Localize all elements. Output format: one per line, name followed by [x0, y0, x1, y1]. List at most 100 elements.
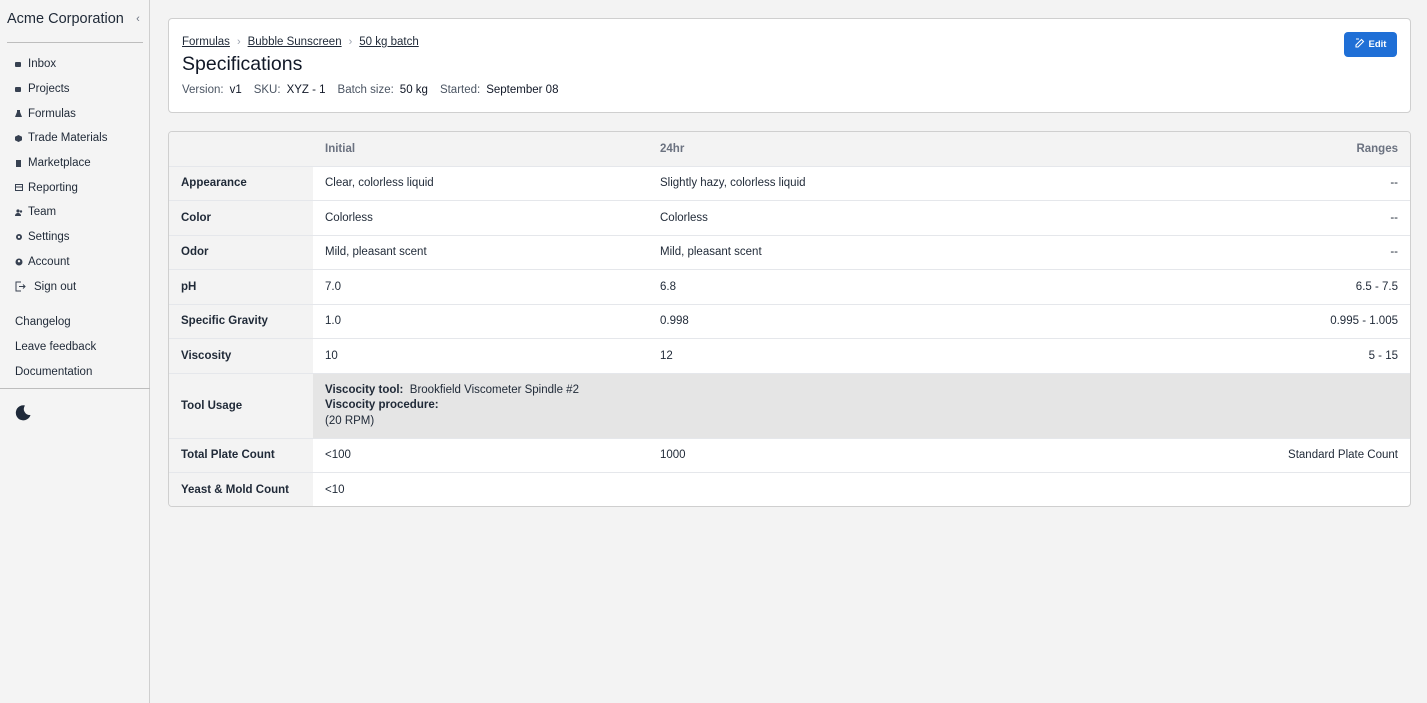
folder-icon: [15, 86, 27, 92]
cell-24hr: 1000: [660, 449, 686, 462]
breadcrumb-batch[interactable]: 50 kg batch: [359, 36, 418, 48]
table-row: Viscosity 10 12 5 - 15: [169, 339, 1410, 374]
user-circle-icon: [15, 258, 27, 266]
sidebar-item-label: Formulas: [28, 107, 76, 120]
version-label: Version:: [182, 84, 224, 96]
edit-button[interactable]: Edit: [1344, 32, 1397, 57]
cell-initial: Mild, pleasant scent: [325, 246, 427, 259]
column-header-initial: Initial: [325, 142, 356, 155]
sidebar-links: Changelog Leave feedback Documentation: [15, 310, 143, 384]
page-title: Specifications: [182, 53, 303, 75]
row-label: pH: [169, 270, 313, 304]
cell-initial: 10: [325, 349, 338, 362]
tool-usage-row: Tool Usage Viscocity tool: Brookfield Vi…: [169, 373, 1410, 439]
table-header-row: Initial 24hr Ranges: [169, 132, 1410, 167]
row-label: Yeast & Mold Count: [169, 473, 313, 506]
flask-icon: [15, 110, 27, 118]
sidebar-item-settings[interactable]: Settings: [15, 225, 143, 250]
row-label: Viscosity: [169, 339, 313, 373]
moon-icon[interactable]: [14, 404, 32, 422]
cell-24hr: 12: [660, 349, 673, 362]
sidebar-item-formulas[interactable]: Formulas: [15, 101, 143, 126]
sidebar-item-label: Team: [28, 206, 57, 219]
procedure-label: Viscocity procedure:: [325, 399, 439, 412]
inbox-icon: [15, 61, 27, 67]
header-card: Formulas › Bubble Sunscreen › 50 kg batc…: [168, 18, 1411, 113]
sign-out-label: Sign out: [34, 280, 77, 293]
sidebar-item-team[interactable]: Team: [15, 200, 143, 225]
sidebar: Acme Corporation ‹ Inbox Projects Formul…: [0, 0, 150, 703]
users-icon: [15, 209, 27, 216]
chevron-left-icon[interactable]: ‹: [133, 13, 143, 25]
row-label: Color: [169, 201, 313, 235]
org-name: Acme Corporation: [7, 11, 124, 27]
org-switcher[interactable]: Acme Corporation ‹: [7, 9, 143, 29]
breadcrumb-formulas[interactable]: Formulas: [182, 36, 230, 48]
sidebar-item-label: Projects: [28, 83, 70, 96]
sign-out-icon: [15, 281, 33, 292]
sidebar-item-label: Account: [28, 255, 70, 268]
table-row: Color Colorless Colorless --: [169, 201, 1410, 236]
changelog-link[interactable]: Changelog: [15, 310, 143, 335]
started-value: September 08: [486, 84, 559, 96]
specifications-table: Initial 24hr Ranges Appearance Clear, co…: [168, 131, 1411, 507]
sidebar-item-account[interactable]: Account: [15, 250, 143, 275]
sku-label: SKU:: [253, 84, 281, 96]
cell-range: --: [1390, 211, 1398, 224]
chevron-right-icon: ›: [236, 36, 241, 48]
cell-initial: 7.0: [325, 280, 341, 293]
cell-24hr: Mild, pleasant scent: [660, 246, 762, 259]
cube-icon: [15, 134, 27, 142]
cell-range: Standard Plate Count: [1288, 449, 1398, 462]
table-row: Yeast & Mold Count <10: [169, 473, 1410, 506]
sidebar-item-inbox[interactable]: Inbox: [15, 52, 143, 77]
cell-range: 6.5 - 7.5: [1355, 280, 1398, 293]
documentation-link[interactable]: Documentation: [15, 359, 143, 384]
tool-label: Viscocity tool:: [325, 383, 404, 396]
cell-initial: <10: [325, 484, 345, 497]
sidebar-item-reporting[interactable]: Reporting: [15, 175, 143, 200]
tool-usage-details: Viscocity tool: Brookfield Viscometer Sp…: [325, 383, 579, 430]
cell-range: --: [1390, 246, 1398, 259]
sidebar-item-trade-materials[interactable]: Trade Materials: [15, 126, 143, 151]
table-row: Appearance Clear, colorless liquid Sligh…: [169, 166, 1410, 201]
sidebar-item-marketplace[interactable]: Marketplace: [15, 151, 143, 176]
started-label: Started:: [439, 84, 481, 96]
row-label: Odor: [169, 235, 313, 269]
cell-range: 5 - 15: [1368, 349, 1398, 362]
store-icon: [15, 159, 27, 167]
edit-icon: [1354, 38, 1365, 51]
sidebar-item-label: Reporting: [28, 181, 78, 194]
procedure-value: (20 RPM): [325, 415, 375, 428]
sidebar-item-label: Settings: [28, 231, 70, 244]
edit-button-label: Edit: [1368, 39, 1387, 50]
chevron-right-icon: ›: [348, 36, 353, 48]
row-label: Tool Usage: [169, 373, 313, 438]
cell-range: 0.995 - 1.005: [1330, 315, 1398, 328]
sku-value: XYZ - 1: [286, 84, 326, 96]
breadcrumb-formula[interactable]: Bubble Sunscreen: [248, 36, 342, 48]
tool-value: Brookfield Viscometer Spindle #2: [409, 383, 579, 396]
cell-24hr: 0.998: [660, 315, 689, 328]
table-row: Specific Gravity 1.0 0.998 0.995 - 1.005: [169, 304, 1410, 339]
sidebar-item-label: Inbox: [28, 58, 57, 71]
cell-24hr: Colorless: [660, 211, 708, 224]
sidebar-item-projects[interactable]: Projects: [15, 77, 143, 102]
table-row: Odor Mild, pleasant scent Mild, pleasant…: [169, 235, 1410, 270]
cell-24hr: Slightly hazy, colorless liquid: [660, 177, 806, 190]
column-header-ranges: Ranges: [1356, 142, 1398, 155]
table-row: pH 7.0 6.8 6.5 - 7.5: [169, 270, 1410, 305]
cell-initial: Clear, colorless liquid: [325, 177, 434, 190]
batch-size-value: 50 kg: [399, 84, 428, 96]
row-label: Appearance: [169, 166, 313, 200]
sidebar-nav: Inbox Projects Formulas Trade Materials …: [15, 52, 143, 299]
breadcrumb: Formulas › Bubble Sunscreen › 50 kg batc…: [182, 36, 419, 48]
row-label: Specific Gravity: [169, 304, 313, 338]
sign-out-button[interactable]: Sign out: [15, 274, 143, 299]
version-value: v1: [229, 84, 242, 96]
gear-icon: [15, 233, 27, 241]
table-row: Total Plate Count <100 1000 Standard Pla…: [169, 438, 1410, 473]
divider: [0, 388, 150, 389]
row-label: Total Plate Count: [169, 438, 313, 472]
leave-feedback-link[interactable]: Leave feedback: [15, 335, 143, 360]
